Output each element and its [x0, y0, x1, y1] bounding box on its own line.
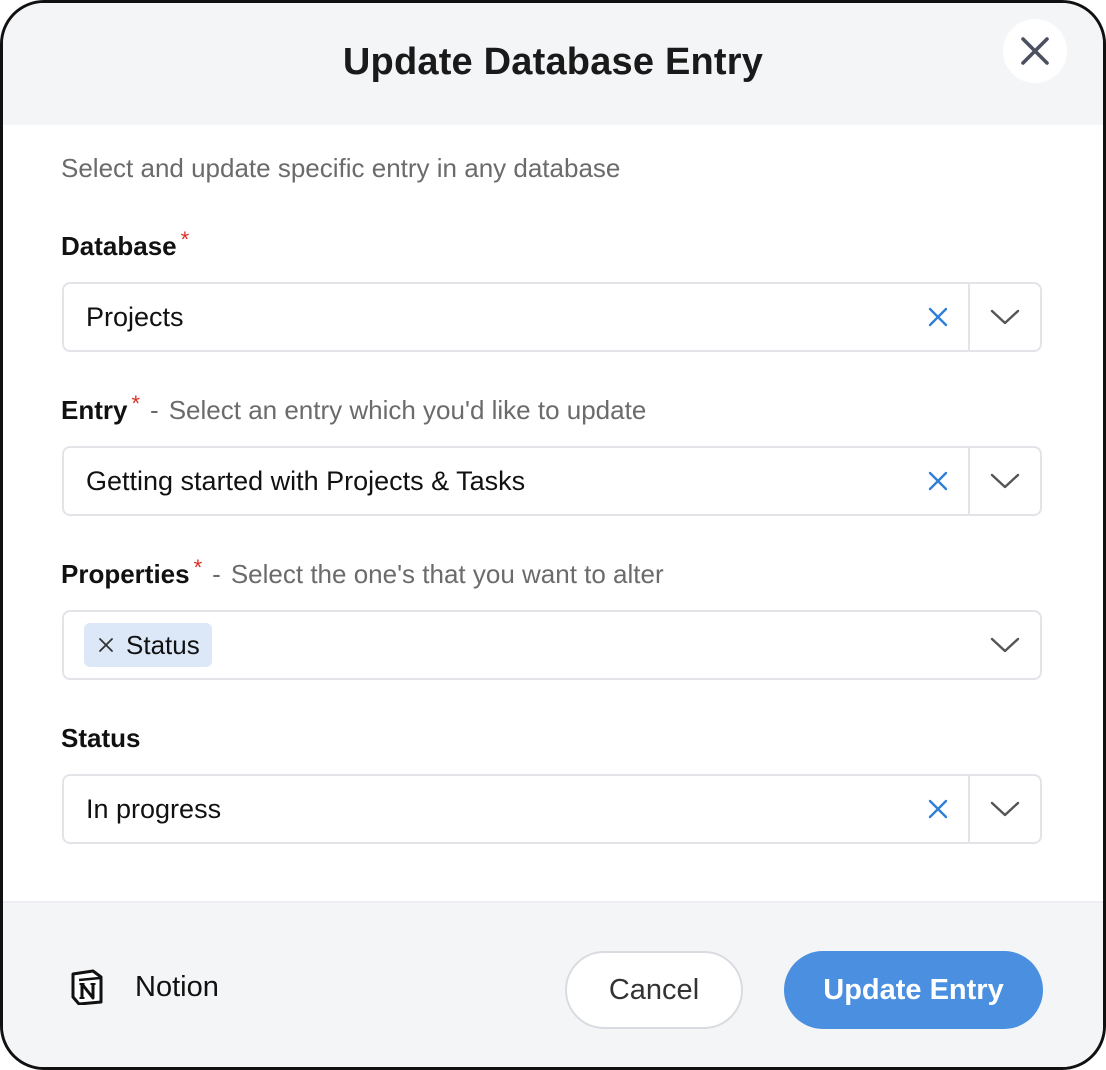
properties-hint: - Select the one's that you want to alter	[212, 559, 663, 590]
chevron-down-icon	[990, 309, 1020, 325]
status-label: Status	[61, 723, 140, 754]
hint-separator: -	[150, 395, 159, 425]
database-clear-button[interactable]	[908, 284, 968, 350]
database-value: Projects	[86, 301, 184, 332]
dialog-subtitle: Select and update specific entry in any …	[61, 153, 621, 183]
entry-value: Getting started with Projects & Tasks	[86, 465, 526, 496]
required-mark: *	[193, 555, 203, 580]
status-value: In progress	[86, 793, 222, 824]
database-label-text: Database	[61, 231, 177, 261]
properties-hint-text: Select the one's that you want to alter	[230, 559, 664, 589]
status-select[interactable]: In progress	[62, 774, 1042, 844]
entry-hint-text: Select an entry which you'd like to upda…	[168, 395, 647, 425]
entry-label: Entry * - Select an entry which you'd lik…	[61, 391, 646, 426]
entry-label-text: Entry	[61, 395, 128, 425]
chevron-down-icon	[990, 473, 1020, 489]
database-select[interactable]: Projects	[62, 282, 1042, 352]
chevron-down-icon	[990, 801, 1020, 817]
required-mark: *	[131, 391, 141, 416]
status-clear-button[interactable]	[908, 776, 968, 842]
remove-icon	[99, 638, 113, 652]
chip-remove-button[interactable]	[98, 637, 114, 653]
update-entry-button[interactable]: Update Entry	[784, 951, 1043, 1029]
dialog-header: Update Database Entry	[3, 3, 1103, 125]
properties-multiselect[interactable]: Status	[62, 610, 1042, 680]
chevron-down-icon	[990, 637, 1020, 653]
update-entry-dialog: Update Database Entry Select and update …	[0, 0, 1106, 1070]
database-dropdown-button[interactable]	[970, 284, 1040, 350]
status-dropdown-button[interactable]	[970, 776, 1040, 842]
properties-label-text: Properties	[61, 559, 190, 589]
close-icon	[1021, 37, 1049, 65]
properties-dropdown-button[interactable]	[970, 612, 1040, 678]
entry-hint: - Select an entry which you'd like to upd…	[150, 395, 646, 426]
notion-logo-icon	[71, 969, 103, 1005]
clear-icon	[928, 471, 948, 491]
clear-icon	[928, 307, 948, 327]
status-label-text: Status	[61, 723, 141, 753]
chip-label: Status	[126, 629, 200, 660]
app-badge: Notion	[69, 969, 219, 1005]
properties-label: Properties * - Select the one's that you …	[61, 555, 664, 590]
chip-container: Status	[64, 623, 970, 667]
clear-icon	[928, 799, 948, 819]
close-button[interactable]	[1003, 19, 1067, 83]
entry-dropdown-button[interactable]	[970, 448, 1040, 514]
app-name: Notion	[135, 970, 219, 1003]
required-mark: *	[180, 227, 190, 252]
dialog-title: Update Database Entry	[342, 41, 764, 83]
dialog-footer: Notion Cancel Update Entry	[3, 901, 1103, 1067]
property-chip-status: Status	[84, 623, 212, 667]
entry-clear-button[interactable]	[908, 448, 968, 514]
hint-separator: -	[212, 559, 221, 589]
cancel-button[interactable]: Cancel	[565, 951, 743, 1029]
database-label: Database *	[61, 227, 189, 262]
entry-select[interactable]: Getting started with Projects & Tasks	[62, 446, 1042, 516]
